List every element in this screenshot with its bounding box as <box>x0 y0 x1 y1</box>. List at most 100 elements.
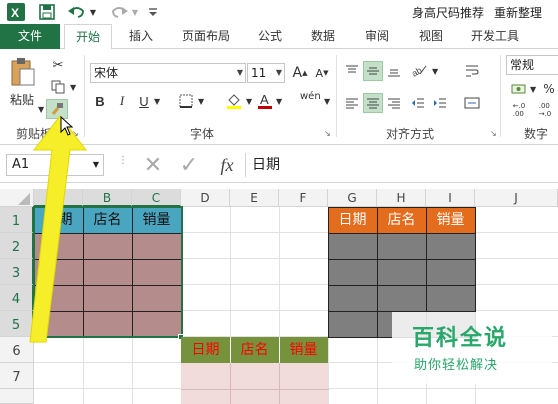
table2-header-date[interactable]: 日期 <box>328 207 377 233</box>
tab-insert[interactable]: 插入 <box>118 24 164 49</box>
copy-dropdown-icon[interactable]: ▼ <box>70 83 76 92</box>
format-painter-icon[interactable] <box>46 99 68 119</box>
font-name-select[interactable]: 宋体 ▼ <box>90 63 246 83</box>
table2-header-sales[interactable]: 销量 <box>426 207 475 233</box>
font-color-dropdown-icon[interactable]: ▼ <box>276 97 282 106</box>
redo-icon[interactable] <box>108 3 130 21</box>
row-header-6[interactable]: 6 <box>0 337 34 363</box>
font-size-select[interactable]: 11 ▼ <box>247 63 285 83</box>
font-color-icon[interactable]: A <box>256 91 274 111</box>
column-header-h[interactable]: H <box>377 189 426 207</box>
formula-input[interactable]: 日期 <box>252 154 280 176</box>
tab-developer[interactable]: 开发工具 <box>462 24 528 49</box>
clipboard-launcher-icon[interactable]: ↘ <box>72 129 79 138</box>
row-header-5[interactable]: 5 <box>0 311 34 337</box>
watermark-title: 百科全说 <box>412 326 509 351</box>
underline-button[interactable]: U <box>136 91 152 111</box>
insert-function-icon[interactable]: fx <box>212 153 242 177</box>
excel-logo-icon: X <box>6 3 26 21</box>
align-middle-icon[interactable] <box>363 61 383 81</box>
undo-icon[interactable] <box>66 3 88 21</box>
italic-button[interactable]: I <box>114 91 130 111</box>
save-icon[interactable] <box>37 3 57 21</box>
paste-icon[interactable] <box>8 57 38 87</box>
orientation-dropdown-icon[interactable]: ▼ <box>432 67 438 76</box>
table3-header-sales[interactable]: 销量 <box>279 337 328 363</box>
divider <box>84 55 85 137</box>
alignment-group-label: 对齐方式 <box>386 127 435 141</box>
row-header-8[interactable] <box>0 389 34 404</box>
column-header-d[interactable]: D <box>181 189 230 207</box>
align-left-icon[interactable] <box>342 93 362 113</box>
currency-icon[interactable] <box>508 79 530 99</box>
redo-dropdown-icon[interactable]: ▼ <box>130 3 140 21</box>
paste-label[interactable]: 粘贴 <box>10 91 34 108</box>
column-header-b[interactable]: B <box>83 189 132 207</box>
bold-button[interactable]: B <box>92 91 108 111</box>
row-header-3[interactable]: 3 <box>0 259 34 285</box>
tab-view[interactable]: 视图 <box>408 24 454 49</box>
decrease-decimal-icon[interactable]: .00 →.0 <box>534 101 556 119</box>
column-header-g[interactable]: G <box>328 189 377 207</box>
fill-color-icon[interactable] <box>224 91 244 111</box>
formula-bar: A1 ▼ ⋮ ✕ ✓ fx 日期 <box>0 145 558 183</box>
column-header-c[interactable]: C <box>132 189 181 207</box>
underline-dropdown-icon[interactable]: ▼ <box>154 97 160 106</box>
row-header-4[interactable]: 4 <box>0 285 34 311</box>
phonetic-dropdown-icon[interactable]: ▼ <box>324 97 330 106</box>
cancel-icon[interactable]: ✕ <box>140 153 166 178</box>
column-header-i[interactable]: I <box>426 189 475 207</box>
window-title: 身高尺码推荐 <box>412 6 485 20</box>
tab-formulas[interactable]: 公式 <box>248 24 292 49</box>
undo-dropdown-icon[interactable]: ▼ <box>88 3 98 21</box>
border-dropdown-icon[interactable]: ▼ <box>198 97 204 106</box>
paste-dropdown-icon[interactable]: ▼ <box>38 105 44 114</box>
tab-data[interactable]: 数据 <box>300 24 346 49</box>
merge-center-icon[interactable] <box>462 93 482 113</box>
select-all-corner[interactable] <box>0 189 34 207</box>
number-format-select[interactable]: 常规 <box>506 55 558 75</box>
align-right-icon[interactable] <box>384 93 404 113</box>
align-center-icon[interactable] <box>363 93 383 113</box>
cut-icon[interactable]: ✂ <box>48 55 68 75</box>
tab-page-layout[interactable]: 页面布局 <box>172 24 240 49</box>
chevron-down-icon: ▼ <box>275 68 282 77</box>
align-top-icon[interactable] <box>342 61 362 81</box>
percent-icon[interactable]: % <box>540 79 558 99</box>
table3-header-date[interactable]: 日期 <box>181 337 230 363</box>
customize-toolbar-icon[interactable] <box>146 3 160 21</box>
wrap-text-icon[interactable] <box>462 61 482 81</box>
name-box[interactable]: A1 ▼ <box>6 154 104 176</box>
increase-decimal-icon[interactable]: ←.0.00 <box>508 101 530 119</box>
ribbon-tabs: 文件 开始 插入 页面布局 公式 数据 审阅 视图 开发工具 <box>0 24 558 50</box>
orientation-icon[interactable]: ab <box>408 59 430 81</box>
row-header-1[interactable]: 1 <box>0 207 34 233</box>
column-header-j[interactable]: J <box>475 189 558 207</box>
increase-font-icon[interactable]: A ▲ <box>290 63 310 83</box>
table2-header-store[interactable]: 店名 <box>377 207 426 233</box>
tab-home[interactable]: 开始 <box>64 24 112 50</box>
decrease-indent-icon[interactable] <box>408 93 428 113</box>
row-header-2[interactable]: 2 <box>0 233 34 259</box>
font-launcher-icon[interactable]: ↘ <box>324 129 331 138</box>
column-header-f[interactable]: F <box>279 189 328 207</box>
column-header-e[interactable]: E <box>230 189 279 207</box>
copy-icon[interactable] <box>48 77 68 97</box>
tab-file[interactable]: 文件 <box>0 24 60 49</box>
align-bottom-icon[interactable] <box>384 61 404 81</box>
alignment-launcher-icon[interactable]: ↘ <box>490 129 497 138</box>
column-header-a[interactable]: A <box>34 189 83 207</box>
tab-review[interactable]: 审阅 <box>354 24 400 49</box>
phonetic-icon[interactable]: wén <box>300 91 321 102</box>
fill-color-dropdown-icon[interactable]: ▼ <box>246 97 252 106</box>
table3-header-store[interactable]: 店名 <box>230 337 279 363</box>
row-header-7[interactable]: 7 <box>0 363 34 389</box>
watermark-subtitle: 助你轻松解决 <box>414 358 499 373</box>
increase-indent-icon[interactable] <box>430 93 450 113</box>
formula-bar-grip-icon[interactable]: ⋮ <box>118 155 129 166</box>
enter-icon[interactable]: ✓ <box>176 153 202 178</box>
currency-dropdown-icon[interactable]: ▼ <box>530 85 536 94</box>
border-icon[interactable] <box>176 91 196 111</box>
ribbon: 粘贴 ▼ ✂ ▼ 剪贴板 ↘ 宋体 ▼ 11 ▼ A ▲ A ▼ B I U ▼ ▼… <box>0 49 558 145</box>
decrease-font-icon[interactable]: A ▼ <box>312 63 332 83</box>
